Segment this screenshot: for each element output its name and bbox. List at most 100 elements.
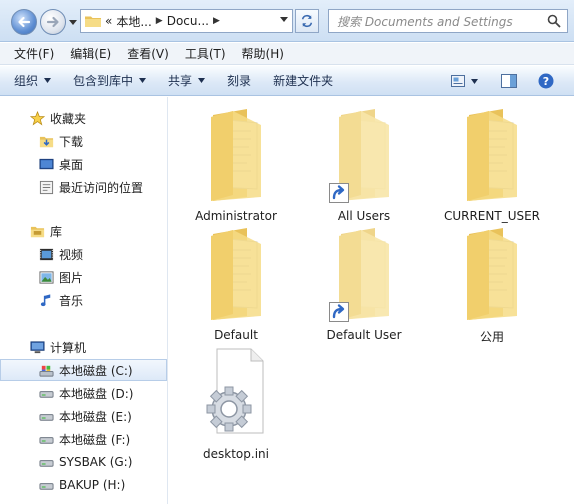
drive-icon <box>38 431 54 447</box>
address-segment-documents[interactable]: Docu... <box>167 14 209 28</box>
back-arrow-icon <box>18 16 31 28</box>
folder-icon <box>467 109 517 201</box>
folder-icon <box>211 228 261 320</box>
video-icon <box>38 246 54 262</box>
nav-item-label: 音乐 <box>59 293 84 308</box>
svg-text:?: ? <box>543 75 549 88</box>
menu-help[interactable]: 帮助(H) <box>242 45 284 62</box>
file-list[interactable]: Administrator All Users CURRENT_USER Def… <box>169 97 574 504</box>
file-desktop-ini[interactable]: desktop.ini <box>181 343 291 463</box>
nav-item-label: 桌面 <box>59 157 84 172</box>
nav-item-downloads[interactable]: 下载 <box>0 130 167 152</box>
nav-item-recent-places[interactable]: 最近访问的位置 <box>0 176 167 198</box>
search-icon[interactable] <box>547 14 561 28</box>
menu-file[interactable]: 文件(F) <box>14 45 54 62</box>
nav-drive-label: SYSBAK (G:) <box>59 455 133 469</box>
search-input[interactable]: 搜索 Documents and Settings <box>328 9 568 33</box>
share-label: 共享 <box>168 74 193 88</box>
nav-drive-h[interactable]: BAKUP (H:) <box>0 474 167 496</box>
star-icon <box>29 110 45 126</box>
forward-button[interactable] <box>40 9 66 35</box>
shortcut-arrow-icon <box>329 183 349 203</box>
recent-pages-dropdown[interactable] <box>68 17 78 27</box>
preview-pane-button[interactable] <box>500 72 518 90</box>
new-folder-button[interactable]: 新建文件夹 <box>273 72 333 89</box>
view-options-icon <box>451 75 478 87</box>
change-view-button[interactable] <box>448 72 482 90</box>
nav-item-videos[interactable]: 视频 <box>0 243 167 265</box>
nav-item-label: 图片 <box>59 270 84 285</box>
chevron-down-icon <box>198 78 206 83</box>
menu-edit[interactable]: 编辑(E) <box>70 45 111 62</box>
item-name: Administrator <box>195 209 277 223</box>
folder-icon <box>211 109 261 201</box>
nav-drive-label: 本地磁盘 (D:) <box>59 386 134 401</box>
include-library-label: 包含到库中 <box>73 74 134 88</box>
back-button[interactable] <box>11 9 37 35</box>
recent-places-icon <box>38 179 54 195</box>
picture-icon <box>38 269 54 285</box>
nav-drive-c[interactable]: 本地磁盘 (C:) <box>0 359 167 381</box>
search-placeholder: 搜索 Documents and Settings <box>337 14 513 29</box>
navigation-pane: 收藏夹 下载 桌面 最近访问的位置 库 视频 图片 音乐 计算机 本地磁盘 (C… <box>0 97 168 504</box>
nav-drive-label: BAKUP (H:) <box>59 478 126 492</box>
help-button[interactable]: ? <box>537 72 555 90</box>
nav-drive-label: 本地磁盘 (E:) <box>59 409 132 424</box>
folder-icon <box>85 16 101 27</box>
downloads-folder-icon <box>38 133 54 149</box>
music-note-icon <box>38 292 54 308</box>
folder-default[interactable]: Default <box>181 224 291 344</box>
refresh-icon <box>301 14 313 28</box>
address-segment-local-disk[interactable]: 本地... <box>116 13 151 30</box>
menu-tools[interactable]: 工具(T) <box>185 45 226 62</box>
command-bar: 组织 包含到库中 共享 刻录 新建文件夹 ? <box>0 66 574 96</box>
nav-drive-e[interactable]: 本地磁盘 (E:) <box>0 405 167 427</box>
nav-item-music[interactable]: 音乐 <box>0 289 167 311</box>
nav-drive-f[interactable]: 本地磁盘 (F:) <box>0 428 167 450</box>
folder-default-user[interactable]: Default User <box>309 224 419 344</box>
system-drive-icon <box>38 362 54 378</box>
address-bar: « 本地... ▶ Docu... ▶ 搜索 Documents and Set… <box>0 0 574 42</box>
item-name: All Users <box>337 209 391 223</box>
nav-computer[interactable]: 计算机 <box>0 336 167 358</box>
breadcrumb-separator-icon[interactable]: ▶ <box>156 16 163 26</box>
drive-icon <box>38 385 54 401</box>
drive-icon <box>38 408 54 424</box>
shortcut-arrow-icon <box>329 302 349 322</box>
include-in-library-button[interactable]: 包含到库中 <box>73 72 147 89</box>
nav-favorites[interactable]: 收藏夹 <box>0 107 167 129</box>
refresh-button[interactable] <box>295 9 319 33</box>
nav-drive-d[interactable]: 本地磁盘 (D:) <box>0 382 167 404</box>
help-icon: ? <box>538 73 554 89</box>
folder-administrator[interactable]: Administrator <box>181 105 291 225</box>
address-dropdown-icon[interactable] <box>280 17 288 22</box>
computer-icon <box>29 339 45 355</box>
desktop-icon <box>38 156 54 172</box>
item-name: Default <box>214 328 258 342</box>
nav-item-pictures[interactable]: 图片 <box>0 266 167 288</box>
item-name: desktop.ini <box>203 447 269 461</box>
nav-item-desktop[interactable]: 桌面 <box>0 153 167 175</box>
nav-libraries[interactable]: 库 <box>0 220 167 242</box>
item-name: 公用 <box>479 330 504 344</box>
burn-label: 刻录 <box>227 74 252 88</box>
menu-bar: 文件(F) 编辑(E) 查看(V) 工具(T) 帮助(H) <box>0 43 574 65</box>
nav-item-label: 下载 <box>59 134 84 149</box>
menu-view[interactable]: 查看(V) <box>127 45 169 62</box>
organize-button[interactable]: 组织 <box>14 72 52 89</box>
address-prefix[interactable]: « <box>105 14 112 28</box>
burn-button[interactable]: 刻录 <box>227 72 251 89</box>
chevron-down-icon <box>69 19 77 25</box>
folder-icon <box>467 228 517 320</box>
breadcrumb-separator-icon[interactable]: ▶ <box>213 16 220 26</box>
nav-favorites-label: 收藏夹 <box>50 111 87 126</box>
address-box[interactable]: « 本地... ▶ Docu... ▶ <box>80 9 293 33</box>
preview-pane-icon <box>501 74 517 88</box>
nav-drive-g[interactable]: SYSBAK (G:) <box>0 451 167 473</box>
folder-all-users[interactable]: All Users <box>309 105 419 225</box>
folder-current-user[interactable]: CURRENT_USER <box>437 105 547 225</box>
share-button[interactable]: 共享 <box>168 72 206 89</box>
new-folder-label: 新建文件夹 <box>273 74 334 88</box>
folder-public[interactable]: 公用 <box>437 224 547 344</box>
nav-drive-label: 本地磁盘 (C:) <box>59 363 133 378</box>
